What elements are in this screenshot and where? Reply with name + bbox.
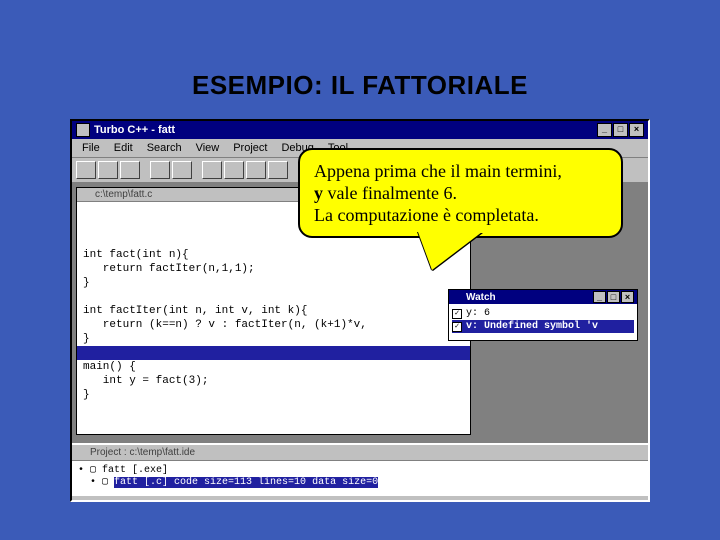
statusbar: [72, 495, 648, 500]
minimize-button[interactable]: _: [593, 291, 606, 303]
menu-view[interactable]: View: [190, 141, 226, 155]
callout-variable: y: [314, 183, 323, 203]
slide: ESEMPIO: IL FATTORIALE Turbo C++ - fatt …: [0, 0, 720, 540]
system-menu-icon[interactable]: [76, 447, 87, 458]
callout-line: La computazione è completata.: [314, 204, 607, 226]
watch-expression: y: 6: [466, 308, 490, 319]
watch-list[interactable]: ✓ y: 6 ✓ v: Undefined symbol 'v: [449, 304, 637, 340]
toolbar-button[interactable]: [202, 161, 222, 179]
menu-search[interactable]: Search: [141, 141, 188, 155]
minimize-button[interactable]: _: [597, 123, 612, 137]
toolbar-button[interactable]: [268, 161, 288, 179]
watch-titlebar: Watch _ □ ×: [449, 290, 637, 304]
watch-window: Watch _ □ × ✓ y: 6 ✓ v: Undefined symbol…: [448, 289, 638, 341]
code-text: int fact(int n){ return factIter(n,1,1);…: [83, 248, 464, 402]
close-button[interactable]: ×: [629, 123, 644, 137]
watch-expression: v: Undefined symbol 'v: [466, 321, 598, 332]
menu-project[interactable]: Project: [227, 141, 273, 155]
toolbar-button[interactable]: [224, 161, 244, 179]
project-item-label: fatt [.exe]: [102, 465, 168, 476]
toolbar-button[interactable]: [150, 161, 170, 179]
toolbar-button[interactable]: [98, 161, 118, 179]
slide-title: ESEMPIO: IL FATTORIALE: [40, 70, 680, 101]
project-panel: Project : c:\temp\fatt.ide • ▢ fatt [.ex…: [72, 443, 648, 495]
project-titlebar: Project : c:\temp\fatt.ide: [72, 445, 648, 461]
project-item[interactable]: • ▢ fatt [.exe]: [78, 464, 642, 476]
checkbox-icon[interactable]: ✓: [452, 322, 462, 332]
toolbar-button[interactable]: [246, 161, 266, 179]
callout-line: y vale finalmente 6.: [314, 182, 607, 204]
window-controls: _ □ ×: [597, 123, 644, 137]
callout-text: vale finalmente 6.: [323, 183, 457, 203]
callout-tail-icon: [418, 232, 482, 270]
toolbar-separator: [142, 161, 148, 179]
toolbar-separator: [194, 161, 200, 179]
maximize-button[interactable]: □: [607, 291, 620, 303]
menu-edit[interactable]: Edit: [108, 141, 139, 155]
callout-bubble: Appena prima che il main termini, y vale…: [298, 148, 623, 238]
ide-title-text: Turbo C++ - fatt: [94, 124, 175, 136]
toolbar-button[interactable]: [120, 161, 140, 179]
system-menu-icon[interactable]: [76, 123, 90, 137]
checkbox-icon[interactable]: ✓: [452, 309, 462, 319]
project-tree[interactable]: • ▢ fatt [.exe] • ▢ fatt [.c] code size=…: [72, 461, 648, 495]
close-button[interactable]: ×: [621, 291, 634, 303]
system-menu-icon[interactable]: [452, 292, 463, 303]
watch-title-text: Watch: [466, 292, 496, 303]
menu-file[interactable]: File: [76, 141, 106, 155]
code-window-title: c:\temp\fatt.c: [95, 189, 152, 200]
annotation-callout: Appena prima che il main termini, y vale…: [298, 148, 623, 238]
callout-line: Appena prima che il main termini,: [314, 160, 607, 182]
watch-row[interactable]: ✓ v: Undefined symbol 'v: [452, 320, 634, 333]
toolbar-separator: [290, 161, 296, 179]
system-menu-icon[interactable]: [81, 189, 92, 200]
project-title-text: Project : c:\temp\fatt.ide: [90, 447, 195, 458]
toolbar-button[interactable]: [76, 161, 96, 179]
ide-titlebar: Turbo C++ - fatt _ □ ×: [72, 121, 648, 139]
watch-row[interactable]: ✓ y: 6: [452, 307, 634, 320]
window-controls: _ □ ×: [593, 291, 634, 303]
maximize-button[interactable]: □: [613, 123, 628, 137]
project-item[interactable]: • ▢ fatt [.c] code size=113 lines=10 dat…: [78, 476, 642, 488]
project-item-label: fatt [.c] code size=113 lines=10 data si…: [114, 477, 378, 488]
toolbar-button[interactable]: [172, 161, 192, 179]
